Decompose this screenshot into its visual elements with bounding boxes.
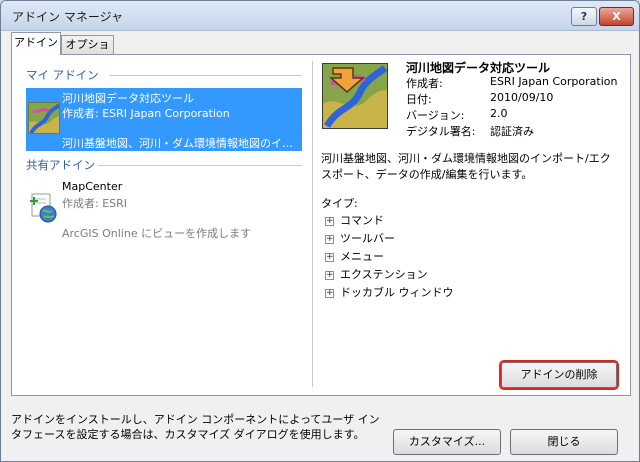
my-addins-heading: マイ アドイン bbox=[26, 68, 99, 82]
mapcenter-globe-icon bbox=[28, 192, 60, 224]
type-node-menus[interactable]: + メニュー bbox=[325, 249, 384, 265]
expand-plus-icon[interactable]: + bbox=[325, 270, 334, 280]
window-close-button[interactable]: X bbox=[599, 7, 634, 26]
detail-value-version: 2.0 bbox=[490, 107, 508, 120]
close-button[interactable]: 閉じる bbox=[510, 429, 618, 455]
expand-plus-icon[interactable]: + bbox=[325, 234, 334, 244]
type-label: メニュー bbox=[340, 250, 384, 263]
title-bar: アドイン マネージャ ? X bbox=[1, 1, 639, 31]
type-node-commands[interactable]: + コマンド bbox=[325, 213, 384, 229]
detail-label-author: 作成者: bbox=[406, 77, 443, 90]
window-title: アドイン マネージャ bbox=[12, 10, 123, 24]
type-heading: タイプ: bbox=[321, 197, 358, 210]
detail-value-date: 2010/09/10 bbox=[490, 91, 554, 104]
addin-description: 河川基盤地図、河川・ダム環境情報地図のイン… bbox=[62, 137, 298, 150]
detail-value-signature: 認証済み bbox=[490, 125, 534, 138]
type-node-extensions[interactable]: + エクステンション bbox=[325, 267, 428, 283]
tab-addins[interactable]: アドイン bbox=[11, 32, 61, 55]
help-button[interactable]: ? bbox=[571, 7, 597, 26]
type-label: ドッカブル ウィンドウ bbox=[340, 286, 454, 299]
expand-plus-icon[interactable]: + bbox=[325, 252, 334, 262]
addin-author: 作成者: ESRI bbox=[62, 197, 128, 210]
detail-description: 河川基盤地図、河川・ダム環境情報地図のインポート/エクスポート、データの作成/編… bbox=[321, 152, 611, 181]
addin-list-item-mapcenter[interactable]: MapCenter 作成者: ESRI ArcGIS Online にビューを作… bbox=[26, 178, 302, 240]
addin-manager-window: アドイン マネージャ ? X アドイン オプション マイ アドイン 河川地図デー… bbox=[0, 0, 640, 462]
addin-description: ArcGIS Online にビューを作成します bbox=[62, 227, 252, 240]
addin-name: MapCenter bbox=[62, 180, 123, 193]
panel-divider bbox=[312, 61, 313, 387]
river-map-large-icon bbox=[322, 63, 388, 129]
detail-title: 河川地図データ対応ツール bbox=[406, 61, 551, 75]
my-addins-divider bbox=[110, 75, 302, 76]
footer-hint: アドインをインストールし、アドイン コンポーネントによってユーザ インタフェース… bbox=[11, 413, 380, 441]
detail-label-version: バージョン: bbox=[406, 109, 465, 122]
shared-addins-divider bbox=[98, 165, 302, 166]
addins-panel: マイ アドイン 河川地図データ対応ツール 作成者: ESRI Japan Cor… bbox=[11, 54, 631, 396]
detail-label-date: 日付: bbox=[406, 93, 432, 106]
expand-plus-icon[interactable]: + bbox=[325, 288, 334, 298]
river-map-icon bbox=[28, 102, 60, 134]
remove-addin-button[interactable]: アドインの削除 bbox=[501, 362, 617, 388]
addin-list-item-river-tool[interactable]: 河川地図データ対応ツール 作成者: ESRI Japan Corporation… bbox=[26, 88, 302, 151]
type-label: コマンド bbox=[340, 214, 384, 227]
type-label: ツールバー bbox=[340, 232, 395, 245]
shared-addins-heading: 共有アドイン bbox=[26, 158, 95, 172]
customize-button[interactable]: カスタマイズ... bbox=[393, 429, 501, 455]
detail-value-author: ESRI Japan Corporation bbox=[490, 75, 618, 88]
addin-name: 河川地図データ対応ツール bbox=[62, 92, 194, 105]
expand-plus-icon[interactable]: + bbox=[325, 216, 334, 226]
detail-label-signature: デジタル署名: bbox=[406, 125, 476, 138]
type-label: エクステンション bbox=[340, 268, 428, 281]
type-node-dockable-windows[interactable]: + ドッカブル ウィンドウ bbox=[325, 285, 454, 301]
addin-author: 作成者: ESRI Japan Corporation bbox=[62, 107, 230, 120]
type-node-toolbars[interactable]: + ツールバー bbox=[325, 231, 395, 247]
tab-options[interactable]: オプション bbox=[61, 35, 114, 69]
